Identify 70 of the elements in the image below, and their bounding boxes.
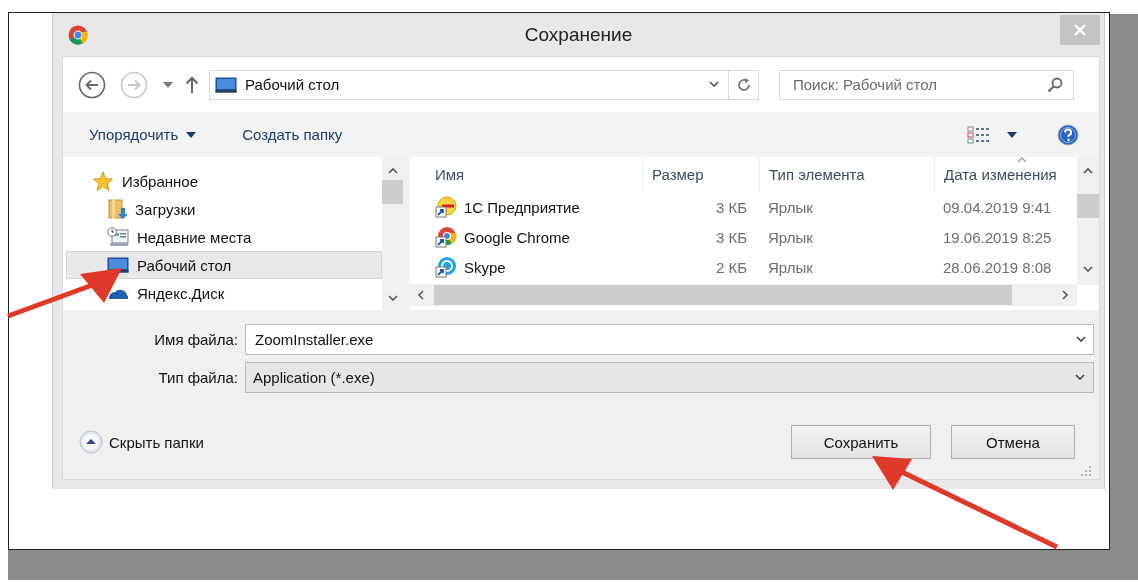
shortcut-icon <box>435 226 457 248</box>
cancel-button[interactable]: Отмена <box>951 425 1075 459</box>
shortcut-icon <box>435 256 457 278</box>
file-size: 3 КБ <box>714 228 748 246</box>
scroll-up-icon <box>387 167 398 174</box>
up-arrow-icon[interactable] <box>185 75 199 94</box>
file-date: 19.06.2019 8:25 <box>942 228 1053 246</box>
field-label: Тип файла: <box>157 369 238 386</box>
file-name-field[interactable]: ZoomInstaller.exe <box>245 324 1094 355</box>
file-size: 2 КБ <box>714 258 748 276</box>
resize-grip-icon <box>1080 465 1092 477</box>
scrollbar[interactable] <box>409 284 1077 306</box>
folder-download-icon <box>107 198 127 220</box>
scrollbar-thumb[interactable] <box>1077 194 1099 218</box>
file-row-item[interactable]: 1С Предприятие <box>409 196 642 218</box>
scroll-up-icon <box>1083 167 1093 174</box>
search-field[interactable]: Поиск: Рабочий стол <box>779 69 1074 100</box>
file-type: Ярлык <box>767 228 814 246</box>
scrollbar-thumb[interactable] <box>434 285 1012 305</box>
refresh-icon <box>735 76 752 93</box>
nav-tree-item[interactable]: Рабочий стол <box>66 251 382 279</box>
nav-tree-item[interactable]: Яндекс.Диск <box>66 279 382 307</box>
save-button[interactable]: Сохранить <box>791 425 931 459</box>
shortcut-icon <box>435 196 457 218</box>
recent-locations-caret-icon[interactable] <box>163 81 173 88</box>
chevron-down-icon <box>1075 374 1085 381</box>
file-row-item[interactable]: Google Chrome <box>409 226 642 248</box>
field-label: Имя файла: <box>153 331 238 348</box>
file-type: Ярлык <box>767 258 814 276</box>
column-header[interactable]: Имя <box>409 157 642 192</box>
nav-tree-item[interactable]: Недавние места <box>66 223 382 251</box>
history-chevron-icon[interactable] <box>709 81 719 88</box>
nav-tree-item[interactable]: Загрузки <box>66 195 382 223</box>
column-header[interactable]: Тип элемента <box>759 157 934 192</box>
file-size: 3 КБ <box>714 198 748 216</box>
scrollbar-thumb[interactable] <box>382 180 403 204</box>
nav-tree-item[interactable]: Избранное <box>66 167 382 195</box>
collapse-icon <box>79 430 103 454</box>
star-icon <box>92 170 114 192</box>
file-row-item[interactable]: Skype <box>409 256 642 278</box>
organize-menu-button[interactable]: Упорядочить <box>89 122 197 147</box>
cloud-icon <box>107 287 129 299</box>
chevron-down-icon <box>1076 336 1086 343</box>
scrollbar[interactable] <box>1077 157 1099 285</box>
scroll-down-icon <box>1083 266 1093 273</box>
window-title: Сохранение <box>524 23 633 46</box>
file-type-dropdown[interactable]: Application (*.exe) <box>245 362 1094 393</box>
file-date: 28.06.2019 8:08 <box>942 258 1053 276</box>
hide-folders-button[interactable]: Скрыть папки <box>79 430 204 454</box>
search-icon <box>1047 76 1063 93</box>
file-date: 09.04.2019 9:41 <box>942 198 1053 216</box>
scroll-left-icon <box>417 290 424 300</box>
column-header[interactable]: Размер <box>642 157 759 192</box>
address-field[interactable]: Рабочий стол <box>209 69 759 100</box>
browser-logo-icon <box>68 25 88 45</box>
back-button[interactable] <box>77 69 107 100</box>
details-view-icon <box>967 125 989 144</box>
desktop-icon <box>215 76 237 93</box>
caret-icon <box>186 131 197 138</box>
close-icon <box>1074 24 1086 36</box>
address-path: Рабочий стол <box>245 76 340 93</box>
scroll-right-icon <box>1062 290 1069 300</box>
help-icon[interactable] <box>1057 123 1079 146</box>
caret-icon <box>1007 131 1017 138</box>
close-button[interactable] <box>1060 15 1100 45</box>
file-type: Ярлык <box>767 198 814 216</box>
recent-places-icon <box>107 227 129 247</box>
toolbar-button[interactable]: Создать папку <box>242 122 343 147</box>
view-options-button[interactable] <box>967 125 1017 144</box>
scroll-down-icon <box>387 295 398 302</box>
